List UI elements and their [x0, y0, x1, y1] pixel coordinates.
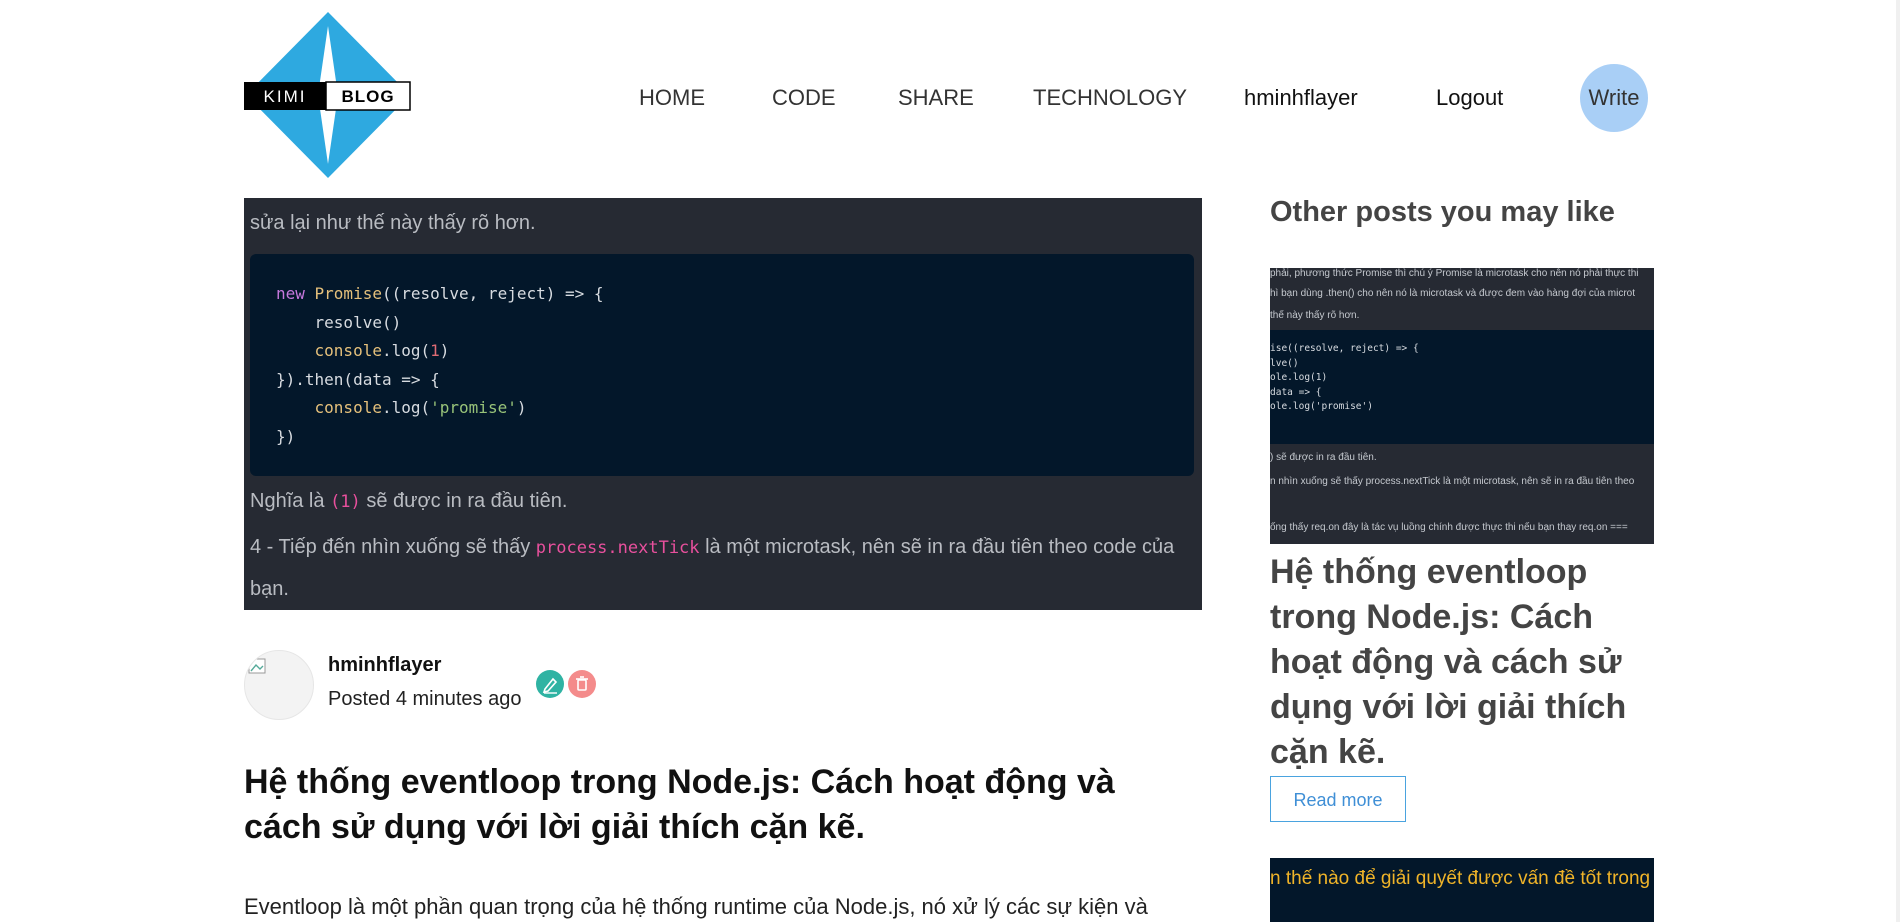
article-paragraph: Nghĩa là (1) sẽ được in ra đầu tiên.	[250, 490, 567, 513]
code-block: new Promise((resolve, reject) => { resol…	[250, 254, 1194, 476]
related-post-title[interactable]: Hệ thống eventloop trong Node.js: Cách h…	[1270, 550, 1660, 775]
text: 4 - Tiếp đến nhìn xuống sẽ thấy	[250, 536, 536, 558]
thumbnail-text: thế này thấy rõ hơn.	[1270, 310, 1360, 321]
code-content: new Promise((resolve, reject) => { resol…	[276, 280, 604, 452]
thumbnail-text: ống thấy req.on đây là tác vụ luồng chín…	[1270, 522, 1628, 533]
avatar[interactable]	[244, 650, 314, 720]
post-title: Hệ thống eventloop trong Node.js: Cách h…	[244, 763, 1115, 846]
sidebar-heading: Other posts you may like	[1270, 196, 1615, 228]
nav-technology[interactable]: TECHNOLOGY	[1033, 78, 1187, 118]
author-name[interactable]: hminhflayer	[328, 654, 441, 677]
article-content: sửa lại như thế này thấy rõ hơn. new Pro…	[244, 198, 1202, 610]
thumbnail-code-band: ise((resolve, reject) => { lve() ole.log…	[1270, 330, 1654, 444]
code-line: console.log(1)	[314, 341, 450, 361]
nav-logout[interactable]: Logout	[1436, 78, 1503, 118]
post-excerpt: Eventloop là một phần quan trọng của hệ …	[244, 894, 1148, 919]
inline-code: (1)	[330, 492, 361, 512]
thumbnail-text: phải, phương thức Promise thì chú ý Prom…	[1270, 268, 1639, 279]
thumbnail-code: ise((resolve, reject) => { lve() ole.log…	[1270, 343, 1419, 413]
page: KIMI BLOG HOME CODE SHARE TECHNOLOGY hmi…	[0, 0, 1900, 922]
code-line: new Promise((resolve, reject) => {	[276, 284, 604, 303]
edit-icon[interactable]	[536, 670, 564, 698]
broken-image-icon	[248, 658, 266, 674]
nav-code[interactable]: CODE	[772, 78, 836, 118]
thumbnail-text: ) sẽ được in ra đầu tiên.	[1270, 452, 1377, 463]
article-paragraph: 4 - Tiếp đến nhìn xuống sẽ thấy process.…	[250, 536, 1174, 559]
text: sẽ được in ra đầu tiên.	[360, 490, 568, 512]
code-line: })	[276, 426, 296, 446]
text: Nghĩa là	[250, 490, 331, 512]
posted-time: Posted 4 minutes ago	[328, 688, 522, 710]
scrollbar[interactable]	[1896, 0, 1900, 922]
code-line: }).then(data => {	[276, 369, 440, 389]
thumbnail-text: n nhìn xuống sẽ thấy process.nextTick là…	[1270, 476, 1635, 487]
delete-icon[interactable]	[568, 670, 596, 698]
article-paragraph-continued: bạn.	[250, 578, 289, 600]
article-paragraph: sửa lại như thế này thấy rõ hơn.	[250, 212, 536, 234]
inline-code: process.nextTick	[535, 538, 700, 558]
nav-user-profile[interactable]: hminhflayer	[1244, 78, 1358, 118]
thumbnail-text: hì bạn dùng .then() cho nên nó là microt…	[1270, 288, 1636, 299]
code-line: resolve()	[276, 312, 402, 332]
text: là một microtask, nên sẽ in ra đầu tiên …	[699, 536, 1175, 558]
nav-home[interactable]: HOME	[639, 78, 705, 118]
thumbnail-text: n thế nào để giải quyết được vấn đề tốt …	[1270, 868, 1654, 889]
related-post-thumbnail-2[interactable]: n thế nào để giải quyết được vấn đề tốt …	[1270, 858, 1654, 922]
nav-share[interactable]: SHARE	[898, 78, 974, 118]
related-post-thumbnail[interactable]: phải, phương thức Promise thì chú ý Prom…	[1270, 268, 1654, 544]
code-line: console.log('promise')	[314, 398, 527, 418]
write-button[interactable]: Write	[1580, 64, 1648, 132]
read-more-button[interactable]: Read more	[1270, 776, 1406, 822]
